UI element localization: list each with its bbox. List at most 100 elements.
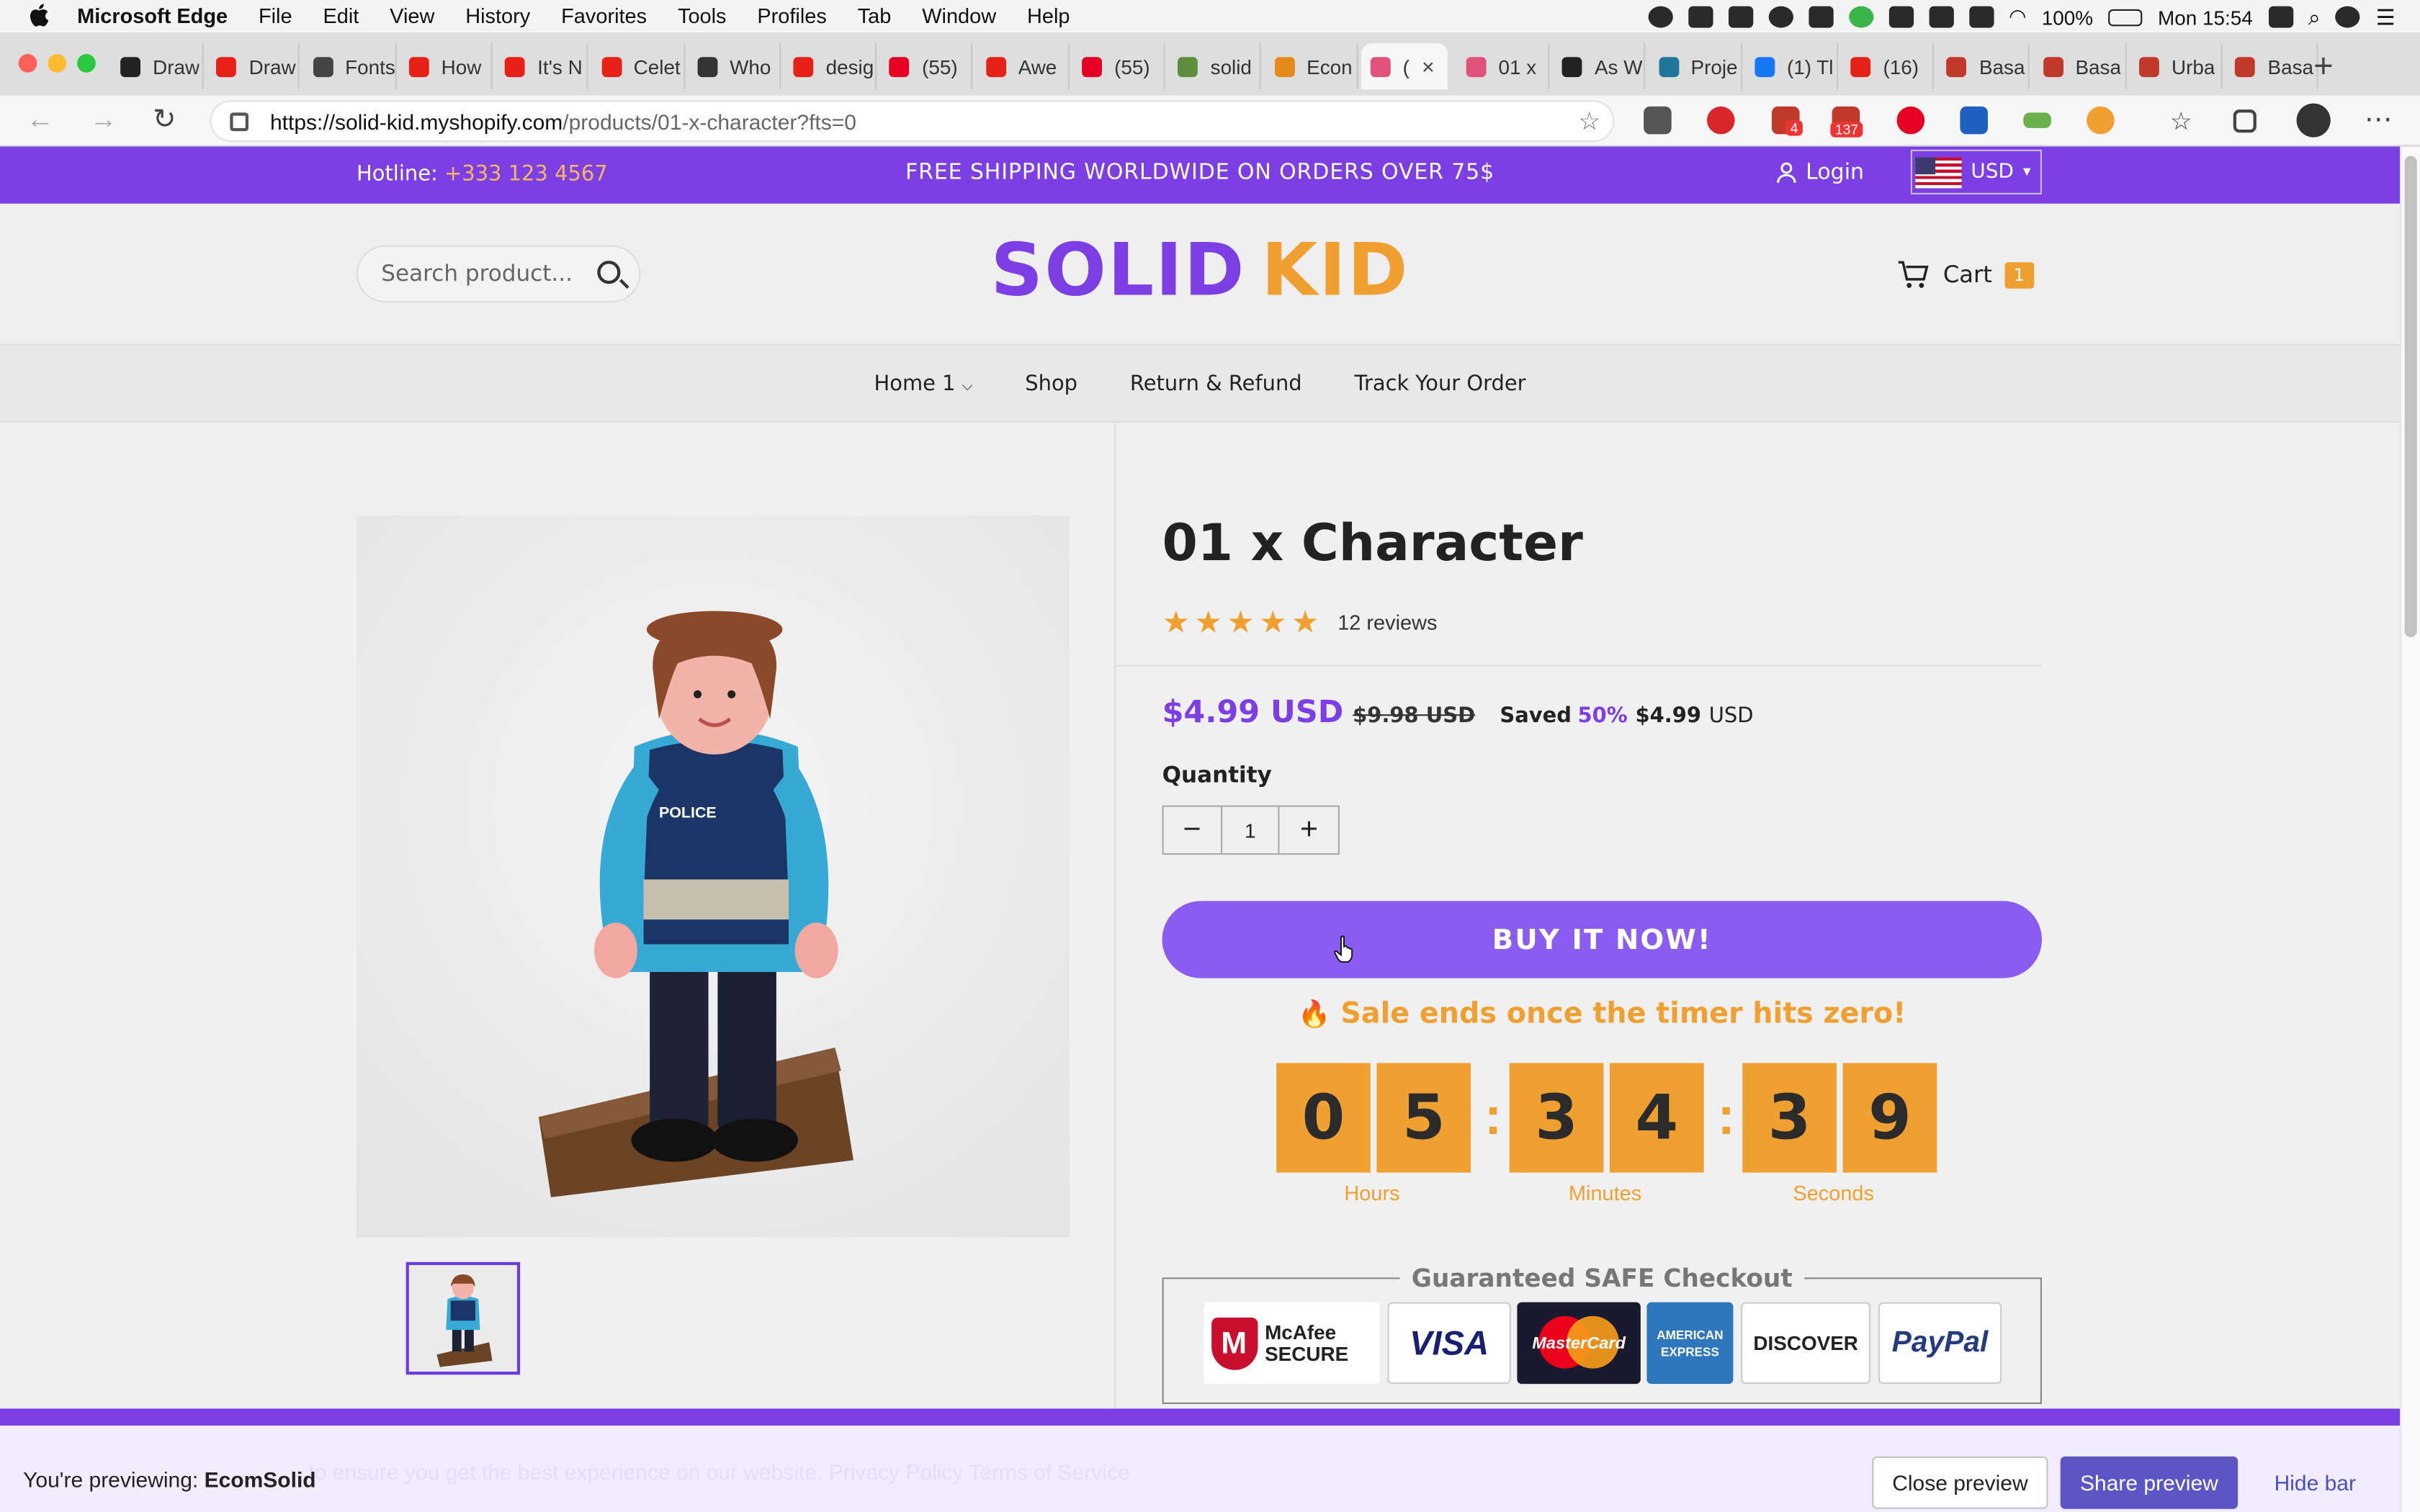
page-scrollbar[interactable] bbox=[2400, 146, 2420, 1512]
lock-icon[interactable] bbox=[230, 112, 248, 131]
control-center-icon[interactable]: ☰ bbox=[2376, 4, 2396, 30]
display-icon[interactable] bbox=[2268, 6, 2293, 28]
wifi-icon[interactable]: ◠ bbox=[2009, 4, 2026, 29]
browser-tab[interactable]: Basa bbox=[2034, 43, 2127, 90]
browser-tab[interactable]: (1) Tl bbox=[1745, 43, 1838, 90]
record-icon[interactable] bbox=[1647, 6, 1672, 28]
browser-tab[interactable]: 01 x bbox=[1457, 43, 1550, 90]
grammarly-icon[interactable] bbox=[1848, 6, 1873, 28]
menu-tools[interactable]: Tools bbox=[678, 0, 727, 34]
favorites-icon[interactable]: ☆ bbox=[2170, 107, 2198, 135]
product-main-image[interactable]: POLICE bbox=[356, 515, 1070, 1238]
apple-icon[interactable] bbox=[28, 3, 50, 27]
close-tab-icon[interactable]: × bbox=[1422, 54, 1435, 78]
nav-home[interactable]: Home 1 ⌵ bbox=[874, 371, 973, 395]
address-bar[interactable]: https://solid-kid.myshopify.com/products… bbox=[210, 100, 1615, 143]
browser-tab[interactable]: Awe bbox=[977, 43, 1070, 90]
login-link[interactable]: Login bbox=[1776, 161, 1864, 185]
nav-return-refund[interactable]: Return & Refund bbox=[1130, 371, 1302, 395]
spotlight-icon[interactable]: ⌕ bbox=[2308, 4, 2321, 30]
menu-edit[interactable]: Edit bbox=[323, 0, 359, 34]
menu-tab[interactable]: Tab bbox=[858, 0, 892, 34]
browser-tab[interactable]: Basa bbox=[2226, 43, 2319, 90]
extension-pinterest-icon[interactable] bbox=[1896, 106, 1925, 135]
close-window-button[interactable] bbox=[18, 54, 37, 73]
browser-tab[interactable]: Basa bbox=[1937, 43, 2030, 90]
browser-tab[interactable]: Draw bbox=[207, 43, 300, 90]
browser-tab[interactable]: How bbox=[400, 43, 493, 90]
menu-history[interactable]: History bbox=[465, 0, 530, 34]
extension-j-icon[interactable] bbox=[1960, 106, 1988, 135]
product-thumbnail[interactable] bbox=[405, 1261, 521, 1375]
browser-tab[interactable]: As W bbox=[1553, 43, 1646, 90]
browser-tab[interactable]: solid bbox=[1169, 43, 1262, 90]
star-icon: ★ bbox=[1194, 606, 1222, 641]
extension-color-icon[interactable] bbox=[2023, 112, 2051, 128]
typora-icon[interactable] bbox=[1728, 6, 1753, 28]
tab-favicon-icon bbox=[505, 56, 525, 77]
scrollbar-thumb[interactable] bbox=[2404, 156, 2417, 637]
nav-track-order[interactable]: Track Your Order bbox=[1355, 371, 1526, 395]
shield-icon[interactable] bbox=[1888, 6, 1914, 28]
browser-tab[interactable]: Who bbox=[688, 43, 781, 90]
siri-icon[interactable] bbox=[2336, 6, 2361, 28]
menu-app-name[interactable]: Microsoft Edge bbox=[77, 0, 228, 34]
clock[interactable]: Mon 15:54 bbox=[2158, 6, 2253, 29]
share-preview-button[interactable]: Share preview bbox=[2060, 1456, 2238, 1509]
forward-icon[interactable]: → bbox=[89, 104, 117, 136]
browser-tab-strip: Draw Draw Fonts How It's N Celet Who desig (55) A… bbox=[0, 34, 2420, 96]
saved-label: Saved bbox=[1500, 703, 1572, 729]
menu-favorites[interactable]: Favorites bbox=[561, 0, 647, 34]
browser-tab[interactable]: (16) bbox=[1842, 43, 1935, 90]
quantity-increase-button[interactable]: + bbox=[1280, 807, 1338, 853]
menu-profiles[interactable]: Profiles bbox=[757, 0, 826, 34]
browser-tab[interactable]: Celet bbox=[592, 43, 685, 90]
new-tab-button[interactable]: + bbox=[2313, 46, 2334, 86]
extension-arrow-icon[interactable] bbox=[1644, 106, 1672, 135]
browser-tab[interactable]: Urba bbox=[2130, 43, 2223, 90]
buy-now-button[interactable]: BUY IT NOW! bbox=[1162, 901, 2042, 978]
browser-tab[interactable]: (55) bbox=[1072, 43, 1165, 90]
refresh-icon[interactable]: ↻ bbox=[153, 104, 176, 136]
extension-honey-icon[interactable] bbox=[2087, 106, 2115, 135]
star-icon: ★ bbox=[1162, 606, 1191, 641]
tab-title: Econ bbox=[1307, 55, 1353, 78]
vectorize-icon[interactable] bbox=[1928, 6, 1953, 28]
menu-view[interactable]: View bbox=[390, 0, 434, 34]
nav-shop[interactable]: Shop bbox=[1025, 371, 1077, 395]
browser-tab[interactable]: desig bbox=[784, 43, 877, 90]
quantity-decrease-button[interactable]: − bbox=[1164, 806, 1222, 853]
profile-avatar[interactable] bbox=[2296, 103, 2331, 138]
reviews-count[interactable]: 12 reviews bbox=[1337, 611, 1437, 634]
cloud-icon[interactable] bbox=[1808, 6, 1833, 28]
cart-link[interactable]: Cart 1 bbox=[1897, 259, 2034, 290]
menu-file[interactable]: File bbox=[259, 0, 292, 34]
bluetooth-icon[interactable] bbox=[1968, 6, 1994, 28]
browser-tab[interactable]: (× bbox=[1361, 43, 1448, 90]
minimize-window-button[interactable] bbox=[48, 54, 67, 73]
currency-selector[interactable]: USD ▾ bbox=[1910, 149, 2042, 194]
menu-window[interactable]: Window bbox=[922, 0, 996, 34]
store-logo[interactable]: SOLID KID bbox=[0, 228, 2400, 313]
battery-icon[interactable] bbox=[2108, 8, 2143, 26]
browser-tab[interactable]: Fonts bbox=[303, 43, 396, 90]
browser-tab[interactable]: (55) bbox=[880, 43, 973, 90]
quantity-input[interactable]: 1 bbox=[1222, 806, 1281, 853]
maximize-window-button[interactable] bbox=[77, 54, 96, 73]
more-options-icon[interactable]: ⋯ bbox=[2365, 104, 2393, 136]
back-icon[interactable]: ← bbox=[26, 104, 54, 136]
extension-adblock-icon[interactable] bbox=[1707, 106, 1735, 135]
collections-icon[interactable] bbox=[2233, 109, 2257, 133]
browser-tab[interactable]: Proje bbox=[1649, 43, 1742, 90]
rating-stars[interactable]: ★ ★ ★ ★ ★ 12 reviews bbox=[1162, 603, 1438, 642]
tab-title: desig bbox=[825, 55, 874, 78]
browser-tab[interactable]: It's N bbox=[496, 43, 588, 90]
browser-tab[interactable]: Draw bbox=[111, 43, 204, 90]
hide-bar-link[interactable]: Hide bar bbox=[2261, 1457, 2369, 1509]
menu-help[interactable]: Help bbox=[1027, 0, 1070, 34]
browser-tab[interactable]: Econ bbox=[1265, 43, 1358, 90]
close-preview-button[interactable]: Close preview bbox=[1872, 1456, 2048, 1509]
favorite-star-icon[interactable]: ☆ bbox=[1578, 107, 1600, 138]
chat-icon[interactable] bbox=[1688, 6, 1713, 28]
spotify-icon[interactable] bbox=[1767, 6, 1793, 28]
